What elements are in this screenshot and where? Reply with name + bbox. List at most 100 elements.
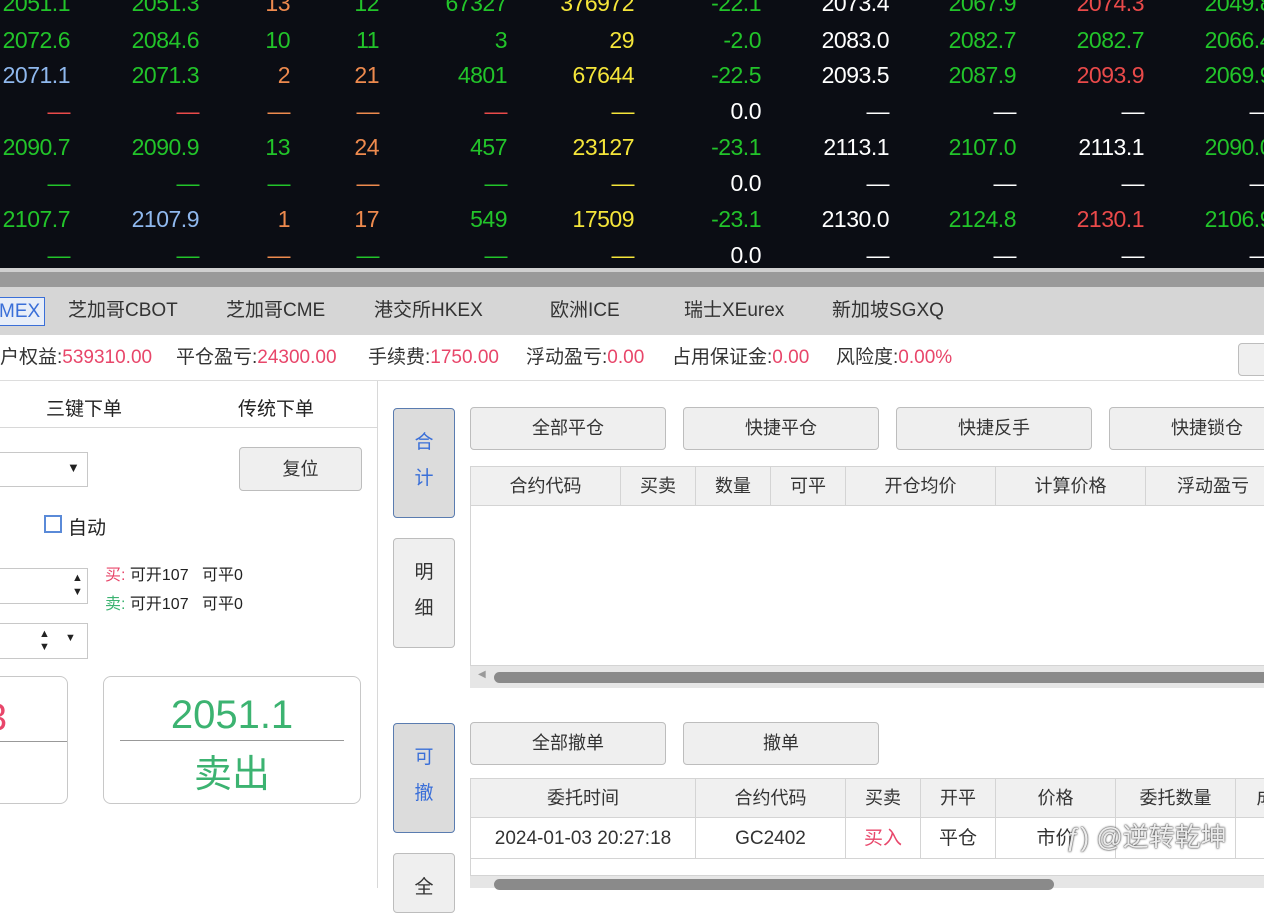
account-button[interactable] — [1238, 343, 1264, 376]
column-header[interactable]: 开仓均价 — [846, 467, 996, 506]
quote-cell: 2082.7 — [1077, 22, 1144, 58]
quick-reverse-button[interactable]: 快捷反手 — [896, 407, 1092, 450]
order-open-close[interactable]: 平仓 — [921, 818, 996, 859]
quote-row[interactable]: 2051.12051.3131267327376972-22.12073.420… — [0, 0, 1264, 21]
spin-arrows-icon[interactable]: ▲▼ — [72, 571, 83, 599]
quote-row[interactable]: ——————0.0———— — [0, 165, 1264, 201]
sell-action: 卖出 — [104, 743, 360, 798]
account-summary: 户权益:539310.00 平仓盈亏:24300.00 手续费:1750.00 … — [0, 335, 1264, 381]
tab-three-key-order[interactable]: 三键下单 — [46, 394, 122, 421]
tab-positions-detail[interactable]: 明细 — [393, 538, 455, 648]
quick-lock-button[interactable]: 快捷锁仓 — [1109, 407, 1264, 450]
quote-cell: 457 — [470, 129, 507, 165]
quote-cell: 2084.6 — [132, 22, 199, 58]
reset-button[interactable]: 复位 — [239, 447, 362, 491]
column-header[interactable]: 合约代码 — [471, 467, 621, 506]
quote-cell: 2106.9 — [1205, 201, 1264, 237]
tab-comex[interactable]: MEX — [0, 297, 45, 326]
column-header[interactable]: 可平 — [771, 467, 846, 506]
quote-cell: 2072.6 — [3, 22, 70, 58]
quote-cell: — — [48, 93, 71, 129]
tab-xeurex[interactable]: 瑞士XEurex — [684, 287, 784, 335]
quote-cell: — — [177, 93, 200, 129]
cancel-all-button[interactable]: 全部撤单 — [470, 722, 666, 765]
contract-dropdown[interactable]: ▼ — [0, 452, 88, 487]
cancel-order-button[interactable]: 撤单 — [683, 722, 879, 765]
sell-button[interactable]: 2051.1 卖出 — [103, 676, 361, 804]
quote-cell: 2073.4 — [822, 0, 889, 21]
quote-cell: — — [1122, 93, 1145, 129]
tab-ice[interactable]: 欧洲ICE — [550, 287, 620, 335]
column-header[interactable]: 委托时间 — [471, 779, 696, 818]
tab-hkex[interactable]: 港交所HKEX — [374, 287, 483, 335]
tab-traditional-order[interactable]: 传统下单 — [238, 394, 314, 421]
column-header[interactable]: 开平 — [921, 779, 996, 818]
tab-positions-summary[interactable]: 合计 — [393, 408, 455, 518]
quote-row[interactable]: 2090.72090.9132445723127-23.12113.12107.… — [0, 129, 1264, 165]
quick-close-button[interactable]: 快捷平仓 — [683, 407, 879, 450]
quote-cell: 0.0 — [731, 165, 761, 201]
quote-cell: 376972 — [560, 0, 634, 21]
quote-row[interactable]: ——————0.0———— — [0, 237, 1264, 268]
positions-scrollbar[interactable]: ◀ — [470, 666, 1264, 688]
quote-cell: — — [268, 237, 291, 268]
quote-cell: — — [268, 93, 291, 129]
quote-cell: 0.0 — [731, 237, 761, 268]
quote-cell: 2130.1 — [1077, 201, 1144, 237]
chevron-down-icon: ▼ — [67, 460, 80, 475]
quote-cell: 2124.8 — [949, 201, 1016, 237]
quote-row[interactable]: ——————0.0———— — [0, 93, 1264, 129]
quote-cell: 2049.8 — [1205, 0, 1264, 21]
orders-scrollbar[interactable] — [470, 876, 1264, 888]
tab-cme[interactable]: 芝加哥CME — [226, 287, 325, 335]
tab-cancellable-orders[interactable]: 可撤 — [393, 723, 455, 833]
quote-cell: — — [994, 93, 1017, 129]
quote-row[interactable]: 2072.62084.61011329-2.02083.02082.72082.… — [0, 22, 1264, 58]
close-all-button[interactable]: 全部平仓 — [470, 407, 666, 450]
quote-cell: 29 — [609, 22, 634, 58]
buy-button[interactable]: 3 — [0, 676, 68, 804]
quote-cell: -2.0 — [723, 22, 761, 58]
quote-row[interactable]: 2071.12071.3221480167644-22.52093.52087.… — [0, 57, 1264, 93]
quote-cell: 13 — [265, 129, 290, 165]
column-header[interactable]: 买卖 — [846, 779, 921, 818]
quote-cell: 2066.4 — [1205, 22, 1264, 58]
auto-checkbox[interactable] — [44, 515, 62, 533]
risk: 风险度:0.00% — [836, 335, 952, 381]
tab-cbot[interactable]: 芝加哥CBOT — [68, 287, 178, 335]
divider — [377, 381, 378, 888]
quote-cell: 2051.3 — [132, 0, 199, 21]
quote-row[interactable]: 2107.72107.911754917509-23.12130.02124.8… — [0, 201, 1264, 237]
spin-arrows-icon[interactable]: ▲▼ — [39, 628, 50, 654]
quote-cell: 2130.0 — [822, 201, 889, 237]
order-side[interactable]: 买入 — [846, 818, 921, 859]
margin: 占用保证金:0.00 — [672, 335, 809, 381]
tab-sgxq[interactable]: 新加坡SGXQ — [832, 287, 944, 335]
splitter[interactable] — [0, 268, 1264, 287]
quote-cell: 2113.1 — [823, 129, 889, 165]
column-header[interactable]: 合约代码 — [696, 779, 846, 818]
quote-cell: — — [1122, 237, 1145, 268]
quote-cell: — — [612, 93, 635, 129]
column-header[interactable]: 成 — [1236, 779, 1264, 818]
quote-cell: 17509 — [573, 201, 634, 237]
account-equity: 户权益:539310.00 — [0, 335, 152, 381]
quote-cell: 67644 — [573, 57, 634, 93]
price-stepper[interactable]: ▲▼ ▼ — [0, 623, 88, 659]
order-time[interactable]: 2024-01-03 20:27:18 — [471, 818, 696, 859]
column-header[interactable]: 浮动盈亏 — [1146, 467, 1264, 506]
quantity-stepper[interactable]: ▲▼ — [0, 568, 88, 604]
order-contract[interactable]: GC2402 — [696, 818, 846, 859]
quote-cell: 2067.9 — [949, 0, 1016, 21]
chevron-down-icon[interactable]: ▼ — [65, 632, 76, 644]
quote-cell: 17 — [354, 201, 379, 237]
column-header[interactable]: 数量 — [696, 467, 771, 506]
tab-all-orders[interactable]: 全 — [393, 853, 455, 913]
column-header[interactable]: 计算价格 — [996, 467, 1146, 506]
column-header[interactable]: 价格 — [996, 779, 1116, 818]
order-filled[interactable] — [1236, 818, 1264, 859]
quote-cell: 2082.7 — [949, 22, 1016, 58]
column-header[interactable]: 买卖 — [621, 467, 696, 506]
quote-cell: — — [177, 237, 200, 268]
column-header[interactable]: 委托数量 — [1116, 779, 1236, 818]
